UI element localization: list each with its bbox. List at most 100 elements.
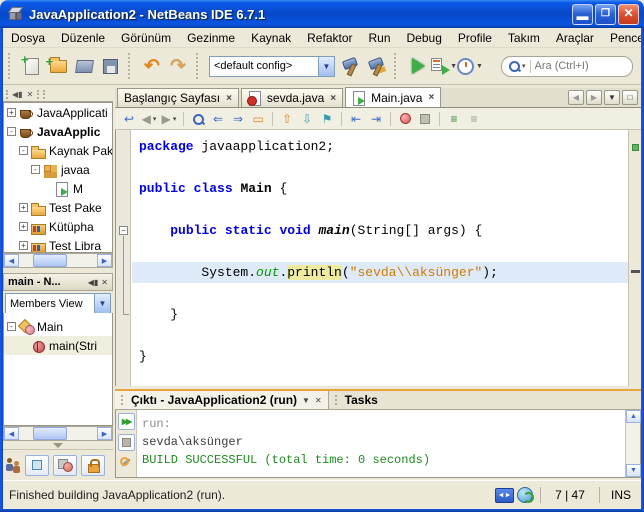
code-line[interactable]: package javaapplication2; xyxy=(132,136,628,157)
collapse-icon[interactable]: - xyxy=(7,322,16,331)
maximize-button[interactable]: ❐ xyxy=(595,3,616,25)
menu-run[interactable]: Run xyxy=(361,29,399,47)
chevron-down-icon[interactable]: ▾ xyxy=(522,62,526,70)
last-edit-position-button[interactable]: ↩ xyxy=(119,110,139,128)
panel-collapse-handle[interactable] xyxy=(3,441,113,449)
tab-close-icon[interactable]: × xyxy=(428,92,434,103)
navigator-view-select[interactable]: Members View ▼ xyxy=(5,293,111,314)
editor-tab-sevda-java[interactable]: sevda.java × xyxy=(240,88,344,107)
projects-hscrollbar[interactable]: ◀ ▶ xyxy=(3,253,113,268)
show-fields-button[interactable] xyxy=(25,454,49,476)
code-line[interactable]: public static void main(String[] args) { xyxy=(132,220,628,241)
project-tree-item[interactable]: + Test Libra xyxy=(4,236,112,252)
shift-right-button[interactable]: ⇥ xyxy=(366,110,386,128)
editor-tab-ba-lang-sayfas-[interactable]: Başlangıç Sayfası × xyxy=(117,88,239,107)
new-file-button[interactable] xyxy=(19,52,45,79)
code-editor[interactable]: − package javaapplication2; public class … xyxy=(115,130,641,386)
scroll-right-icon[interactable]: ▶ xyxy=(97,427,112,440)
output-settings-button[interactable] xyxy=(119,455,133,469)
expand-icon[interactable]: + xyxy=(19,222,28,231)
editor-gutter[interactable]: − xyxy=(116,130,131,386)
project-tree-item[interactable]: + Kütüpha xyxy=(4,217,112,236)
project-tree-item[interactable]: - Kaynak Pak xyxy=(4,141,112,160)
scrollbar-thumb[interactable] xyxy=(33,254,67,267)
shift-left-button[interactable]: ⇤ xyxy=(346,110,366,128)
menu-kaynak[interactable]: Kaynak xyxy=(243,29,299,47)
search-input[interactable] xyxy=(534,60,621,72)
code-line[interactable]: } xyxy=(132,304,628,325)
stop-build-button[interactable] xyxy=(117,434,135,451)
menu-takım[interactable]: Takım xyxy=(500,29,548,47)
redo-button[interactable]: ↷ xyxy=(165,53,191,79)
show-static-members-button[interactable] xyxy=(53,454,77,476)
error-stripe[interactable] xyxy=(628,130,641,386)
menu-pencere[interactable]: Pencere xyxy=(602,29,644,47)
scrollbar-thumb[interactable] xyxy=(33,427,67,440)
save-all-button[interactable] xyxy=(97,53,123,79)
find-button[interactable] xyxy=(188,110,208,128)
debug-project-button[interactable]: ▼ xyxy=(431,53,457,79)
dock-icon[interactable]: ◀▮ xyxy=(88,278,99,287)
code-line[interactable] xyxy=(132,241,628,262)
dock-icon[interactable]: ◀▮ xyxy=(12,90,23,99)
scroll-down-icon[interactable]: ▼ xyxy=(626,464,641,477)
code-area[interactable]: package javaapplication2; public class Ma… xyxy=(132,130,628,386)
find-next-button[interactable]: ⇒ xyxy=(228,110,248,128)
panel-grip[interactable] xyxy=(6,90,8,99)
toggle-bookmark-button[interactable]: ⚑ xyxy=(317,110,337,128)
panel-grip[interactable] xyxy=(37,90,40,99)
toolbar-grip[interactable] xyxy=(394,53,401,79)
title-bar[interactable]: JavaApplication2 - NetBeans IDE 6.7.1 ▬ … xyxy=(0,0,644,28)
clean-build-button[interactable] xyxy=(363,53,389,79)
build-button[interactable] xyxy=(337,53,363,79)
menu-dosya[interactable]: Dosya xyxy=(3,29,53,47)
navigator-hscrollbar[interactable]: ◀ ▶ xyxy=(3,426,113,441)
maximize-editor-icon[interactable]: □ xyxy=(622,90,638,105)
menu-profile[interactable]: Profile xyxy=(450,29,500,47)
tab-close-icon[interactable]: × xyxy=(330,93,336,104)
back-button[interactable]: ◀ ▾ xyxy=(139,110,159,128)
navigator-tree-item[interactable]: +main(Stri xyxy=(4,336,112,355)
code-line[interactable]: System.out.println("sevda\\aksünger"); xyxy=(132,262,628,283)
code-line[interactable] xyxy=(132,199,628,220)
code-line[interactable]: public class Main { xyxy=(132,178,628,199)
menu-refaktor[interactable]: Refaktor xyxy=(299,29,360,47)
menu-düzenle[interactable]: Düzenle xyxy=(53,29,113,47)
expand-icon[interactable]: + xyxy=(19,241,28,250)
chevron-down-icon[interactable]: ▼ xyxy=(94,294,110,313)
comment-button[interactable]: ≡ xyxy=(444,110,464,128)
chevron-down-icon[interactable]: ▼ xyxy=(450,63,457,70)
update-center-icon[interactable] xyxy=(517,487,534,503)
tab-close-icon[interactable]: × xyxy=(226,93,232,104)
project-tree-item[interactable]: - javaa xyxy=(4,160,112,179)
code-line[interactable] xyxy=(132,283,628,304)
menu-görünüm[interactable]: Görünüm xyxy=(113,29,179,47)
uncomment-button[interactable]: ≡ xyxy=(464,110,484,128)
close-icon[interactable]: ✕ xyxy=(315,396,322,405)
fold-collapse-icon[interactable]: − xyxy=(119,226,128,235)
undo-button[interactable]: ↶ xyxy=(139,53,165,79)
output-console[interactable]: run: sevda\aksünger BUILD SUCCESSFUL (tota… xyxy=(138,412,624,477)
toolbar-grip[interactable] xyxy=(8,53,15,79)
next-bookmark-button[interactable]: ⇩ xyxy=(297,110,317,128)
chevron-down-icon[interactable]: ▼ xyxy=(318,56,334,76)
record-macro-button[interactable] xyxy=(395,110,415,128)
forward-button[interactable]: ▶ ▾ xyxy=(159,110,179,128)
toggle-highlight-button[interactable]: ▭ xyxy=(248,110,268,128)
project-tree-item[interactable]: + Test Pake xyxy=(4,198,112,217)
project-tree-item[interactable]: + JavaApplicati xyxy=(4,103,112,122)
open-project-button[interactable] xyxy=(71,53,97,79)
navigator-panel-header[interactable]: main - N... ◀▮ ✕ xyxy=(3,273,113,291)
panel-grip[interactable] xyxy=(43,90,46,99)
menu-debug[interactable]: Debug xyxy=(399,29,450,47)
run-project-button[interactable] xyxy=(405,53,431,79)
scroll-tabs-left-icon[interactable]: ◀ xyxy=(568,90,584,105)
toolbar-grip[interactable] xyxy=(128,53,135,79)
close-button[interactable]: ✕ xyxy=(618,3,639,25)
expand-icon[interactable]: + xyxy=(7,108,16,117)
find-previous-button[interactable]: ⇐ xyxy=(208,110,228,128)
close-icon[interactable]: ✕ xyxy=(101,278,108,287)
window-switch-icon[interactable]: ◄► xyxy=(495,487,514,503)
collapse-icon[interactable]: - xyxy=(31,165,40,174)
quick-search-box[interactable]: ▾ xyxy=(501,55,633,77)
